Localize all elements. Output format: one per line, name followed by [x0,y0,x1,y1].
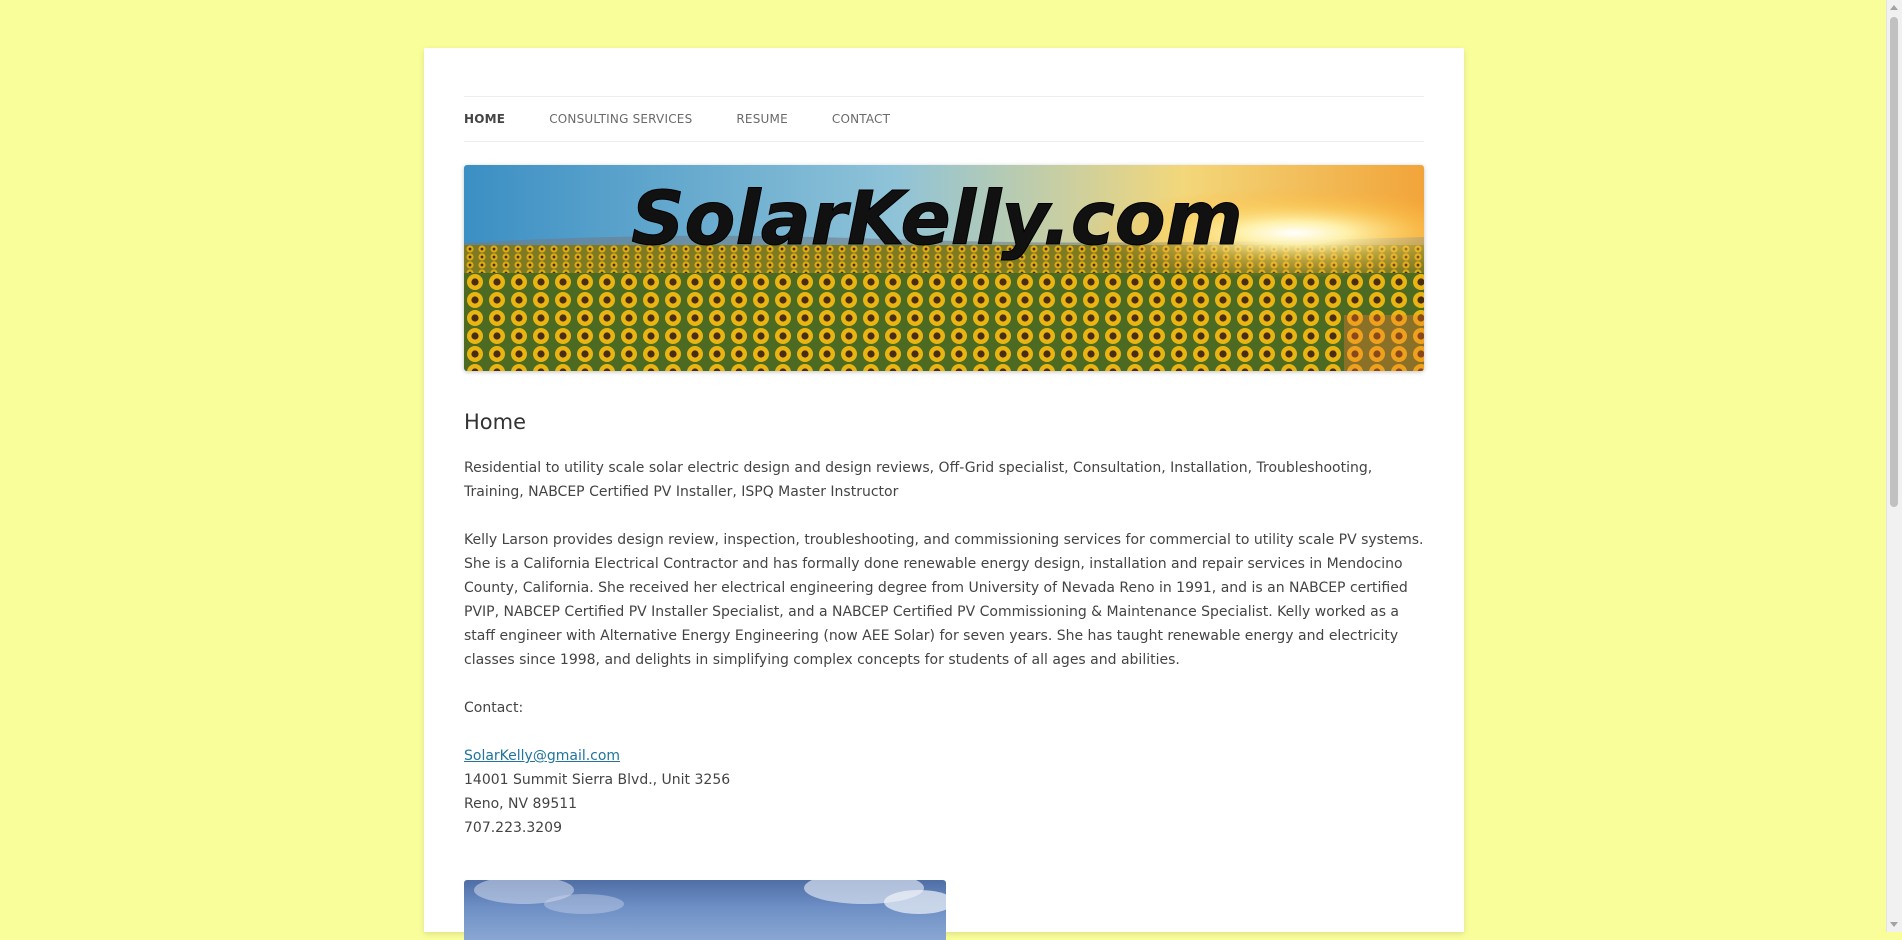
nav-consulting-services[interactable]: CONSULTING SERVICES [549,112,692,126]
address-line-2: Reno, NV 89511 [464,796,578,812]
nav-home[interactable]: HOME [464,112,505,126]
phone-number: 707.223.3209 [464,820,562,836]
main-content: Home Residential to utility scale solar … [464,408,1424,864]
scrollbar-thumb[interactable] [1890,17,1898,507]
scroll-up-arrow-icon[interactable] [1890,5,1898,10]
address-line-1: 14001 Summit Sierra Blvd., Unit 3256 [464,772,731,788]
bio-paragraph: Kelly Larson provides design review, ins… [464,532,1424,668]
vertical-scrollbar[interactable] [1886,0,1902,932]
contact-label: Contact: [464,700,524,716]
scroll-down-arrow-icon[interactable] [1890,922,1898,927]
email-link[interactable]: SolarKelly@gmail.com [464,748,620,764]
page-title: Home [464,410,527,434]
sunflower-banner-image: SolarKelly.com [464,165,1424,371]
main-navigation: HOME CONSULTING SERVICES RESUME CONTACT [464,96,1424,142]
page-container: HOME CONSULTING SERVICES RESUME CONTACT [424,48,1464,940]
header-banner[interactable]: SolarKelly.com [464,165,1424,371]
sky-photo [464,880,946,940]
nav-resume[interactable]: RESUME [736,112,787,126]
intro-paragraph: Residential to utility scale solar elect… [464,460,1373,500]
banner-title: SolarKelly.com [631,176,1243,262]
nav-contact[interactable]: CONTACT [832,112,890,126]
contact-details: SolarKelly@gmail.com 14001 Summit Sierra… [464,744,1424,840]
cloud-image [474,880,946,914]
